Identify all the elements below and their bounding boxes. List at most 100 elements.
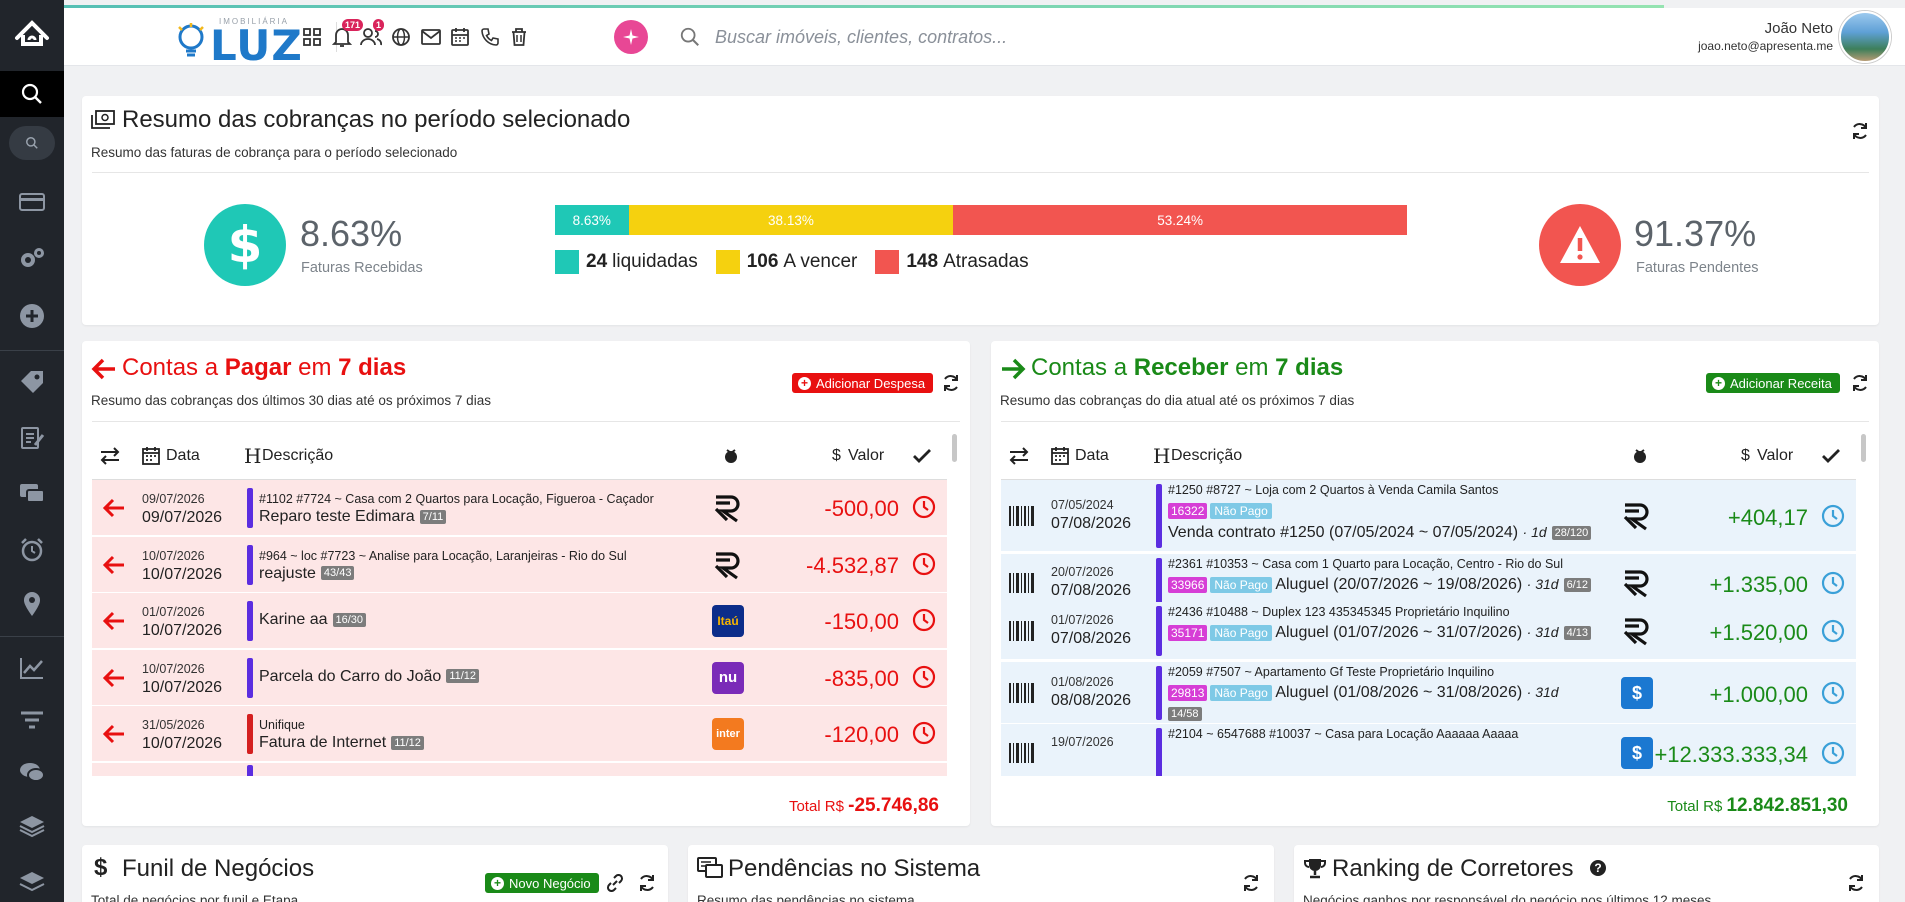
row-description[interactable]: 29813 Não Pago Aluguel (01/08/2026 ~ 31/0… bbox=[1168, 684, 1559, 702]
swap-icon[interactable] bbox=[1008, 446, 1030, 465]
comments-icon[interactable] bbox=[0, 752, 64, 792]
table-row[interactable] bbox=[92, 762, 947, 776]
row-meta[interactable]: #1102 #7724 ~ Casa com 2 Quartos para Lo… bbox=[259, 492, 654, 506]
refresh-icon[interactable] bbox=[1849, 372, 1871, 394]
users-icon[interactable]: 1 bbox=[359, 19, 385, 49]
payables-title-a: Contas a bbox=[122, 354, 225, 381]
table-row[interactable]: 31/05/2026 10/07/2026 Unifique Fatura de In… bbox=[92, 706, 947, 762]
home-icon[interactable] bbox=[0, 0, 64, 66]
row-description[interactable]: Parcela do Carro do João 11/12 bbox=[259, 668, 480, 686]
barcode-icon[interactable] bbox=[1009, 683, 1035, 703]
row-meta[interactable]: #964 ~ loc #7723 ~ Analise para Locação,… bbox=[259, 549, 627, 563]
swap-icon[interactable] bbox=[99, 446, 121, 465]
col-value[interactable]: Valor bbox=[1757, 447, 1793, 465]
col-value[interactable]: Valor bbox=[848, 447, 884, 465]
check-icon[interactable] bbox=[1821, 448, 1841, 464]
refresh-icon[interactable] bbox=[1240, 872, 1262, 894]
user-info[interactable]: João Neto joao.neto@apresenta.me bbox=[1698, 20, 1833, 53]
clock-icon[interactable] bbox=[911, 664, 937, 695]
row-description[interactable]: reajuste 43/43 bbox=[259, 565, 355, 583]
phone-icon[interactable] bbox=[478, 25, 502, 49]
apps-grid-icon[interactable] bbox=[300, 25, 324, 49]
table-row[interactable]: 01/08/2026 08/08/2026 #2059 #7507 ~ Aparta… bbox=[1001, 662, 1856, 724]
clock-icon[interactable] bbox=[1820, 680, 1846, 711]
chat-icon[interactable] bbox=[0, 474, 64, 514]
table-row[interactable]: 09/07/2026 09/07/2026 #1102 #7724 ~ Casa c… bbox=[92, 480, 947, 536]
search-input[interactable] bbox=[715, 26, 1415, 48]
add-circle-icon[interactable] bbox=[0, 296, 64, 336]
search-icon[interactable] bbox=[0, 71, 64, 117]
new-deal-button[interactable]: + Novo Negócio bbox=[485, 873, 599, 893]
refresh-icon[interactable] bbox=[1849, 120, 1871, 142]
invoice-code[interactable]: 29813 bbox=[1168, 685, 1208, 701]
due-date: 07/08/2026 bbox=[1051, 630, 1132, 647]
row-description[interactable]: Karine aa 16/30 bbox=[259, 611, 367, 629]
edit-document-icon[interactable] bbox=[0, 418, 64, 458]
row-meta[interactable]: Unifique bbox=[259, 718, 305, 732]
alarm-icon[interactable] bbox=[0, 530, 64, 570]
row-meta[interactable]: #2361 #10353 ~ Casa com 1 Quarto para Lo… bbox=[1168, 557, 1563, 571]
add-expense-button[interactable]: + Adicionar Despesa bbox=[792, 373, 934, 393]
table-row[interactable]: 10/07/2026 10/07/2026 Parcela do Carro do … bbox=[92, 649, 947, 706]
users-badge: 1 bbox=[373, 19, 385, 31]
magic-assistant-button[interactable] bbox=[614, 20, 648, 54]
col-description[interactable]: Descrição bbox=[1171, 447, 1242, 465]
clock-icon[interactable] bbox=[1820, 570, 1846, 601]
invoice-code[interactable]: 16322 bbox=[1168, 503, 1208, 519]
row-description[interactable]: 35171 Não Pago Aluguel (01/07/2026 ~ 31/0… bbox=[1168, 624, 1591, 642]
clock-icon[interactable] bbox=[1820, 740, 1846, 771]
table-row[interactable]: 19/07/2026 #2104 ~ 6547688 #10037 ~ Casa … bbox=[1001, 724, 1856, 776]
row-description[interactable]: Fatura de Internet 11/12 bbox=[259, 734, 424, 752]
invoice-code[interactable]: 35171 bbox=[1168, 625, 1208, 641]
refresh-icon[interactable] bbox=[636, 872, 658, 894]
check-icon[interactable] bbox=[912, 448, 932, 464]
brand-logo[interactable]: IMOBILIÁRIA LUZ bbox=[174, 13, 302, 70]
col-description[interactable]: Descrição bbox=[262, 447, 333, 465]
row-meta[interactable]: #2104 ~ 6547688 #10037 ~ Casa para Locaç… bbox=[1168, 727, 1518, 741]
sidebar-search-button[interactable] bbox=[9, 126, 55, 160]
clock-icon[interactable] bbox=[1820, 618, 1846, 649]
row-meta[interactable]: #2436 #10488 ~ Duplex 123 435345345 Prop… bbox=[1168, 605, 1510, 619]
col-date[interactable]: Data bbox=[1075, 447, 1109, 465]
barcode-icon[interactable] bbox=[1009, 506, 1035, 526]
location-pin-icon[interactable] bbox=[0, 584, 64, 624]
refresh-icon[interactable] bbox=[940, 372, 962, 394]
help-icon[interactable]: ? bbox=[1589, 859, 1607, 877]
clock-icon[interactable] bbox=[911, 551, 937, 582]
table-row[interactable]: 01/07/2026 07/08/2026 #2436 #10488 ~ Duple… bbox=[1001, 602, 1856, 660]
notifications-bell-icon[interactable]: 171 bbox=[330, 19, 364, 49]
layers-alt-icon[interactable] bbox=[0, 862, 64, 902]
globe-icon[interactable] bbox=[389, 25, 413, 49]
clock-icon[interactable] bbox=[911, 607, 937, 638]
row-description[interactable]: 33966 Não Pago Aluguel (20/07/2026 ~ 19/0… bbox=[1168, 576, 1591, 594]
filter-icon[interactable] bbox=[0, 700, 64, 740]
barcode-icon[interactable] bbox=[1009, 621, 1035, 641]
table-row[interactable]: 10/07/2026 10/07/2026 #964 ~ loc #7723 ~ A… bbox=[92, 536, 947, 593]
calendar-icon[interactable] bbox=[448, 25, 472, 49]
settings-icon[interactable] bbox=[0, 238, 64, 278]
billing-icon[interactable] bbox=[0, 182, 64, 222]
layers-icon[interactable] bbox=[0, 806, 64, 846]
add-income-button[interactable]: + Adicionar Receita bbox=[1706, 373, 1840, 393]
barcode-icon[interactable] bbox=[1009, 573, 1035, 593]
due-date-original: 09/07/2026 bbox=[142, 492, 205, 506]
link-icon[interactable] bbox=[604, 872, 626, 894]
col-date[interactable]: Data bbox=[166, 447, 200, 465]
row-description[interactable]: Reparo teste Edimara 7/11 bbox=[259, 508, 447, 526]
row-description[interactable]: Venda contrato #1250 (07/05/2024 ~ 07/05… bbox=[1168, 524, 1592, 542]
table-row[interactable]: 07/05/2024 07/08/2026 #1250 #8727 ~ Loja c… bbox=[1001, 480, 1856, 552]
chart-line-icon[interactable] bbox=[0, 648, 64, 688]
avatar[interactable] bbox=[1839, 11, 1891, 63]
invoice-code[interactable]: 33966 bbox=[1168, 577, 1208, 593]
tag-icon[interactable] bbox=[0, 362, 64, 402]
trash-icon[interactable] bbox=[507, 25, 531, 49]
clock-icon[interactable] bbox=[911, 494, 937, 525]
row-meta[interactable]: #2059 #7507 ~ Apartamento Gf Teste Propr… bbox=[1168, 665, 1494, 679]
refresh-icon[interactable] bbox=[1845, 872, 1867, 894]
clock-icon[interactable] bbox=[911, 720, 937, 751]
row-meta[interactable]: #1250 #8727 ~ Loja com 2 Quartos à Venda… bbox=[1168, 483, 1498, 497]
clock-icon[interactable] bbox=[1820, 503, 1846, 534]
table-row[interactable]: 01/07/2026 10/07/2026 Karine aa 16/30 Itaú -1… bbox=[92, 593, 947, 649]
mail-icon[interactable] bbox=[419, 25, 443, 49]
barcode-icon[interactable] bbox=[1009, 743, 1035, 763]
